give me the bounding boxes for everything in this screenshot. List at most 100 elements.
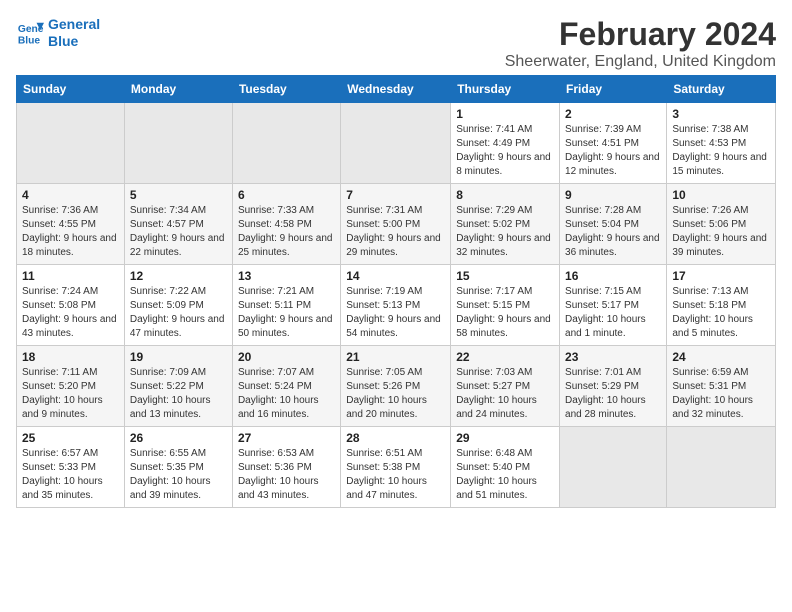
- calendar-cell: 3 Sunrise: 7:38 AM Sunset: 4:53 PM Daylig…: [667, 103, 776, 184]
- calendar-cell: 26 Sunrise: 6:55 AM Sunset: 5:35 PM Dayli…: [124, 427, 232, 508]
- logo-line2: Blue: [48, 33, 100, 50]
- header-row: SundayMondayTuesdayWednesdayThursdayFrid…: [17, 76, 776, 103]
- day-number: 18: [22, 350, 119, 364]
- day-number: 28: [346, 431, 445, 445]
- day-info: Sunrise: 6:48 AM Sunset: 5:40 PM Dayligh…: [456, 447, 554, 503]
- week-row-1: 1 Sunrise: 7:41 AM Sunset: 4:49 PM Daylig…: [17, 103, 776, 184]
- day-number: 15: [456, 269, 554, 283]
- calendar-cell: 17Sunrise: 7:13 AM Sunset: 5:18 PM Dayli…: [667, 265, 776, 346]
- svg-text:Blue: Blue: [18, 35, 41, 46]
- calendar-cell: 19Sunrise: 7:09 AM Sunset: 5:22 PM Dayli…: [124, 346, 232, 427]
- day-info: Sunrise: 6:51 AM Sunset: 5:38 PM Dayligh…: [346, 447, 445, 503]
- calendar-cell: 14 Sunrise: 7:19 AM Sunset: 5:13 PM Dayli…: [341, 265, 451, 346]
- day-info: Sunrise: 7:13 AM Sunset: 5:18 PM Dayligh…: [672, 285, 770, 341]
- day-info: Sunrise: 7:31 AM Sunset: 5:00 PM Dayligh…: [346, 204, 445, 260]
- header-cell-sunday: Sunday: [17, 76, 125, 103]
- calendar-table: SundayMondayTuesdayWednesdayThursdayFrid…: [16, 75, 776, 508]
- day-info: Sunrise: 7:17 AM Sunset: 5:15 PM Dayligh…: [456, 285, 554, 341]
- day-number: 21: [346, 350, 445, 364]
- month-title: February 2024: [505, 16, 776, 53]
- day-info: Sunrise: 7:24 AM Sunset: 5:08 PM Dayligh…: [22, 285, 119, 341]
- calendar-cell: 1 Sunrise: 7:41 AM Sunset: 4:49 PM Daylig…: [451, 103, 560, 184]
- day-number: 10: [672, 188, 770, 202]
- calendar-cell: 25 Sunrise: 6:57 AM Sunset: 5:33 PM Dayli…: [17, 427, 125, 508]
- header-cell-friday: Friday: [560, 76, 667, 103]
- calendar-cell: 28 Sunrise: 6:51 AM Sunset: 5:38 PM Dayli…: [341, 427, 451, 508]
- day-number: 4: [22, 188, 119, 202]
- day-info: Sunrise: 7:38 AM Sunset: 4:53 PM Dayligh…: [672, 123, 770, 179]
- calendar-cell: 7 Sunrise: 7:31 AM Sunset: 5:00 PM Daylig…: [341, 184, 451, 265]
- calendar-cell: 4 Sunrise: 7:36 AM Sunset: 4:55 PM Daylig…: [17, 184, 125, 265]
- header-cell-monday: Monday: [124, 76, 232, 103]
- calendar-cell: 10 Sunrise: 7:26 AM Sunset: 5:06 PM Dayli…: [667, 184, 776, 265]
- day-info: Sunrise: 7:41 AM Sunset: 4:49 PM Dayligh…: [456, 123, 554, 179]
- calendar-cell: 9 Sunrise: 7:28 AM Sunset: 5:04 PM Daylig…: [560, 184, 667, 265]
- day-number: 24: [672, 350, 770, 364]
- day-info: Sunrise: 6:53 AM Sunset: 5:36 PM Dayligh…: [238, 447, 335, 503]
- day-number: 3: [672, 107, 770, 121]
- title-block: February 2024 Sheerwater, England, Unite…: [505, 16, 776, 71]
- day-info: Sunrise: 7:33 AM Sunset: 4:58 PM Dayligh…: [238, 204, 335, 260]
- header-cell-tuesday: Tuesday: [232, 76, 340, 103]
- day-info: Sunrise: 7:28 AM Sunset: 5:04 PM Dayligh…: [565, 204, 661, 260]
- week-row-4: 18 Sunrise: 7:11 AM Sunset: 5:20 PM Dayli…: [17, 346, 776, 427]
- calendar-cell: [341, 103, 451, 184]
- calendar-cell: 5 Sunrise: 7:34 AM Sunset: 4:57 PM Daylig…: [124, 184, 232, 265]
- day-info: Sunrise: 7:21 AM Sunset: 5:11 PM Dayligh…: [238, 285, 335, 341]
- day-info: Sunrise: 6:57 AM Sunset: 5:33 PM Dayligh…: [22, 447, 119, 503]
- calendar-cell: 16Sunrise: 7:15 AM Sunset: 5:17 PM Dayli…: [560, 265, 667, 346]
- logo-icon: General Blue: [16, 19, 44, 47]
- calendar-cell: [667, 427, 776, 508]
- day-info: Sunrise: 7:34 AM Sunset: 4:57 PM Dayligh…: [130, 204, 227, 260]
- day-info: Sunrise: 7:19 AM Sunset: 5:13 PM Dayligh…: [346, 285, 445, 341]
- day-info: Sunrise: 7:26 AM Sunset: 5:06 PM Dayligh…: [672, 204, 770, 260]
- calendar-cell: 13 Sunrise: 7:21 AM Sunset: 5:11 PM Dayli…: [232, 265, 340, 346]
- calendar-cell: 22Sunrise: 7:03 AM Sunset: 5:27 PM Dayli…: [451, 346, 560, 427]
- calendar-cell: [124, 103, 232, 184]
- calendar-cell: 11Sunrise: 7:24 AM Sunset: 5:08 PM Dayli…: [17, 265, 125, 346]
- day-info: Sunrise: 7:36 AM Sunset: 4:55 PM Dayligh…: [22, 204, 119, 260]
- day-number: 14: [346, 269, 445, 283]
- day-number: 13: [238, 269, 335, 283]
- day-number: 12: [130, 269, 227, 283]
- week-row-3: 11Sunrise: 7:24 AM Sunset: 5:08 PM Dayli…: [17, 265, 776, 346]
- day-info: Sunrise: 7:11 AM Sunset: 5:20 PM Dayligh…: [22, 366, 119, 422]
- calendar-cell: 6 Sunrise: 7:33 AM Sunset: 4:58 PM Daylig…: [232, 184, 340, 265]
- day-info: Sunrise: 7:05 AM Sunset: 5:26 PM Dayligh…: [346, 366, 445, 422]
- header-cell-saturday: Saturday: [667, 76, 776, 103]
- day-info: Sunrise: 7:07 AM Sunset: 5:24 PM Dayligh…: [238, 366, 335, 422]
- day-info: Sunrise: 6:55 AM Sunset: 5:35 PM Dayligh…: [130, 447, 227, 503]
- page-header: General Blue General Blue February 2024 …: [16, 16, 776, 71]
- day-info: Sunrise: 7:29 AM Sunset: 5:02 PM Dayligh…: [456, 204, 554, 260]
- day-number: 27: [238, 431, 335, 445]
- day-number: 5: [130, 188, 227, 202]
- day-info: Sunrise: 7:22 AM Sunset: 5:09 PM Dayligh…: [130, 285, 227, 341]
- day-info: Sunrise: 7:03 AM Sunset: 5:27 PM Dayligh…: [456, 366, 554, 422]
- calendar-cell: 20 Sunrise: 7:07 AM Sunset: 5:24 PM Dayli…: [232, 346, 340, 427]
- day-number: 2: [565, 107, 661, 121]
- day-number: 20: [238, 350, 335, 364]
- day-number: 26: [130, 431, 227, 445]
- logo-line1: General: [48, 16, 100, 33]
- calendar-cell: 23Sunrise: 7:01 AM Sunset: 5:29 PM Dayli…: [560, 346, 667, 427]
- calendar-cell: [17, 103, 125, 184]
- week-row-2: 4 Sunrise: 7:36 AM Sunset: 4:55 PM Daylig…: [17, 184, 776, 265]
- calendar-cell: 2 Sunrise: 7:39 AM Sunset: 4:51 PM Daylig…: [560, 103, 667, 184]
- calendar-cell: 24Sunrise: 6:59 AM Sunset: 5:31 PM Dayli…: [667, 346, 776, 427]
- day-number: 1: [456, 107, 554, 121]
- header-cell-wednesday: Wednesday: [341, 76, 451, 103]
- day-number: 19: [130, 350, 227, 364]
- day-info: Sunrise: 7:39 AM Sunset: 4:51 PM Dayligh…: [565, 123, 661, 179]
- day-number: 25: [22, 431, 119, 445]
- day-number: 7: [346, 188, 445, 202]
- calendar-cell: 29Sunrise: 6:48 AM Sunset: 5:40 PM Dayli…: [451, 427, 560, 508]
- day-number: 6: [238, 188, 335, 202]
- day-info: Sunrise: 7:01 AM Sunset: 5:29 PM Dayligh…: [565, 366, 661, 422]
- calendar-cell: 15 Sunrise: 7:17 AM Sunset: 5:15 PM Dayli…: [451, 265, 560, 346]
- day-number: 9: [565, 188, 661, 202]
- logo: General Blue General Blue: [16, 16, 100, 50]
- calendar-cell: [232, 103, 340, 184]
- calendar-cell: [560, 427, 667, 508]
- week-row-5: 25 Sunrise: 6:57 AM Sunset: 5:33 PM Dayli…: [17, 427, 776, 508]
- day-number: 8: [456, 188, 554, 202]
